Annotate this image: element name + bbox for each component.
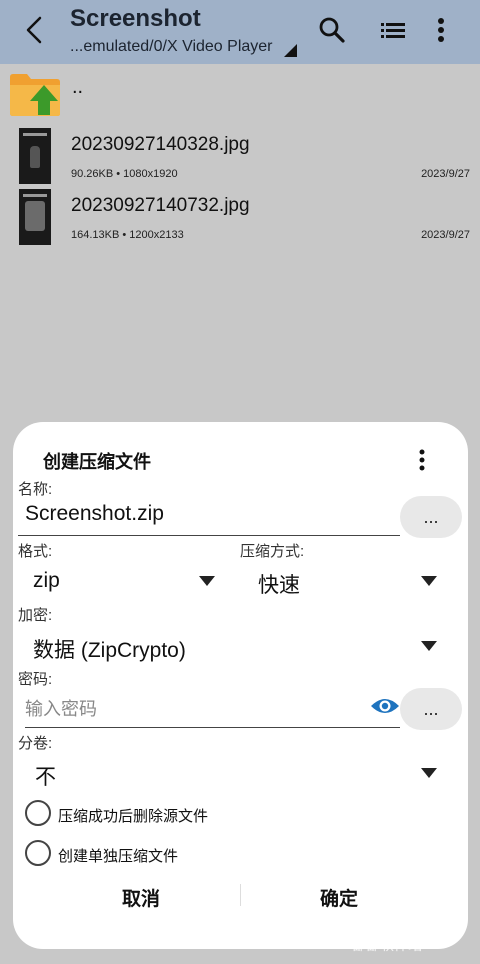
path-dropdown-icon[interactable] xyxy=(284,44,297,57)
file-dimensions: 1080x1920 xyxy=(123,168,178,180)
dialog-title: 创建压缩文件 xyxy=(43,452,151,472)
list-view-icon[interactable] xyxy=(377,14,409,46)
arrow-left-icon[interactable] xyxy=(20,14,50,46)
file-meta: 90.26KB • 1080x1920 xyxy=(71,168,178,180)
top-app-bar: Screenshot ...emulated/0/X Video Player xyxy=(0,0,480,64)
file-meta: 164.13KB • 1200x2133 xyxy=(71,229,184,241)
encryption-label: 加密: xyxy=(18,607,53,624)
name-underline xyxy=(18,535,400,536)
file-date: 2023/9/27 xyxy=(421,168,470,180)
separate-archive-checkbox[interactable] xyxy=(25,840,51,866)
file-row[interactable]: 20230927140732.jpg 164.13KB • 1200x2133 … xyxy=(0,189,480,251)
parent-folder-row[interactable]: .. xyxy=(0,64,480,124)
format-label: 格式: xyxy=(18,543,53,560)
parent-folder-label: .. xyxy=(72,76,84,98)
format-select[interactable]: zip xyxy=(33,569,60,593)
cancel-button[interactable]: 取消 xyxy=(81,884,201,911)
name-input[interactable]: Screenshot.zip xyxy=(25,502,164,526)
split-volume-select[interactable]: 不 xyxy=(35,761,56,791)
password-input[interactable]: 输入密码 xyxy=(25,695,97,721)
ok-button[interactable]: 确定 xyxy=(279,884,399,911)
search-icon[interactable] xyxy=(316,14,348,46)
browse-button[interactable]: ... xyxy=(400,496,462,538)
folder-up-icon xyxy=(10,74,60,116)
file-date: 2023/9/27 xyxy=(421,229,470,241)
eye-icon[interactable] xyxy=(370,696,400,716)
file-size: 164.13KB xyxy=(71,229,120,241)
name-label: 名称: xyxy=(18,481,53,498)
create-archive-dialog: 创建压缩文件 名称: Screenshot.zip ... 格式: 压缩方式: … xyxy=(13,422,468,949)
action-divider xyxy=(240,884,241,906)
watermark: 鄱鄱软件站 xyxy=(352,937,422,953)
file-row[interactable]: 20230927140328.jpg 90.26KB • 1080x1920 2… xyxy=(0,128,480,190)
file-name: 20230927140328.jpg xyxy=(71,134,250,155)
encryption-select[interactable]: 数据 (ZipCrypto) xyxy=(33,634,186,664)
split-dropdown-icon[interactable] xyxy=(421,768,437,778)
file-name: 20230927140732.jpg xyxy=(71,195,250,216)
file-size: 90.26KB xyxy=(71,168,114,180)
delete-source-checkbox[interactable] xyxy=(25,800,51,826)
more-vert-icon[interactable] xyxy=(425,14,457,46)
separate-archive-label: 创建单独压缩文件 xyxy=(58,848,179,865)
folder-path[interactable]: ...emulated/0/X Video Player xyxy=(70,38,273,56)
compression-method-label: 压缩方式: xyxy=(240,543,305,560)
password-underline xyxy=(25,727,400,728)
folder-title: Screenshot xyxy=(70,5,201,32)
file-dimensions: 1200x2133 xyxy=(129,229,184,241)
delete-source-label: 压缩成功后删除源文件 xyxy=(58,808,209,825)
compression-method-select[interactable]: 快速 xyxy=(258,569,300,599)
format-dropdown-icon[interactable] xyxy=(199,576,215,586)
more-vert-icon[interactable] xyxy=(415,448,429,472)
method-dropdown-icon[interactable] xyxy=(421,576,437,586)
split-volume-label: 分卷: xyxy=(18,735,53,752)
image-thumbnail xyxy=(19,128,51,184)
encryption-dropdown-icon[interactable] xyxy=(421,641,437,651)
password-options-button[interactable]: ... xyxy=(400,688,462,730)
password-label: 密码: xyxy=(18,671,53,688)
image-thumbnail xyxy=(19,189,51,245)
